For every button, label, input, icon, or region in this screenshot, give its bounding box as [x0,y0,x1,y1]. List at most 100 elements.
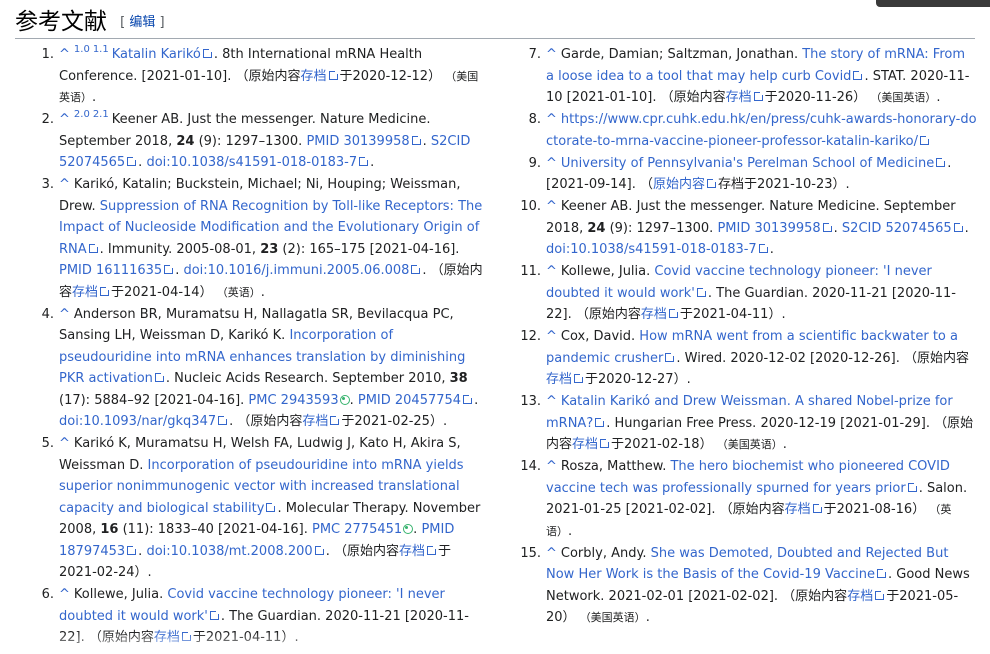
archive-link[interactable]: 存档 [726,90,765,105]
citation-text: (17): 5884–92 [2021-04-16]. [59,392,249,408]
citation-text: 于2021-04-11）. [679,307,786,322]
backlink-caret[interactable]: ^ [546,264,557,279]
backlink-caret[interactable]: ^ [546,394,557,409]
citation-text: . [769,242,774,257]
archive-link[interactable]: 存档 [847,589,886,604]
archive-link[interactable]: 存档 [301,69,340,84]
reference-item: 14. ^ Rosza, Matthew. The hero biochemist… [487,456,977,542]
archive-link[interactable]: 存档 [641,307,680,322]
reference-number: 11. [520,264,541,279]
citation-text: Anderson BR, Muramatsu H, Nallagatla SR,… [59,306,454,344]
volume: 24 [176,133,195,149]
archive-link[interactable]: 存档 [154,630,193,645]
doi-link[interactable]: doi:10.1038/mt.2008.200 [146,544,325,559]
citation-text: 存档于2021-10-23）. [717,177,850,192]
backlink[interactable]: 1.1 [93,44,109,55]
citation-text: Cox, David. [560,329,640,344]
section-title: 参考文献 [15,9,107,35]
citation-text: . [568,523,573,539]
doi-link[interactable]: doi:10.1093/nar/gkq347 [59,414,229,429]
backlink-caret[interactable]: ^ [546,546,557,561]
backlink-caret[interactable]: ^ [546,459,557,474]
backlink-caret[interactable]: ^ [546,47,557,62]
open-access-icon [403,524,414,534]
citation-text: Kollewe, Julia. [560,264,655,279]
language-tag: （美国英语） [870,91,937,104]
citation-text: (11): 1833–40 [2021-04-16]. [118,522,312,537]
citation-text: 于2021-02-25）. [341,414,448,429]
citation-link[interactable]: University of Pennsylvania's Perelman Sc… [561,156,947,171]
archive-link[interactable]: 存档 [785,502,824,517]
reference-item: 7. ^ Garde, Damian; Saltzman, Jonathan. T… [487,44,977,109]
backlink-caret[interactable]: ^ [59,436,70,451]
citation-text: Garde, Damian; Saltzman, Jonathan. [560,47,803,62]
archive-link[interactable]: 存档 [399,544,438,559]
backlink[interactable]: 2.0 [74,109,90,120]
citation-text: . [370,155,375,170]
backlink-caret[interactable]: ^ [59,307,70,322]
doi-link[interactable]: doi:10.1038/s41591-018-0183-7 [146,155,370,170]
reference-item: 4. ^ Anderson BR, Muramatsu H, Nallagatla… [0,304,488,433]
archive-link[interactable]: 存档 [302,414,341,429]
reference-number: 7. [528,47,541,62]
citation-text: (2): 165–175 [2021-04-16]. [278,241,460,257]
backlink-caret[interactable]: ^ [546,156,557,171]
backlink[interactable]: 1.0 [74,44,90,55]
s2cid-link[interactable]: S2CID 52074565 [842,221,965,236]
references-right-column: 7. ^ Garde, Damian; Saltzman, Jonathan. T… [487,44,977,629]
archive-link[interactable]: 存档 [546,372,585,387]
citation-text: (9): 1297–1300. [605,220,718,236]
doi-link[interactable]: doi:10.1038/s41591-018-0183-7 [546,242,770,257]
volume: 16 [100,522,119,537]
reference-number: 1. [41,47,54,62]
backlink[interactable]: 2.1 [93,109,109,120]
citation-text: . （原始内容 [325,543,399,559]
reference-item: 13. ^ Katalin Karikó and Drew Weissman. A… [487,391,977,456]
citation-text: . [782,437,787,452]
reference-number: 8. [528,112,541,127]
citation-text: . Wired. 2020-12-02 [2020-12-26]. （原始内容 [676,350,970,366]
citation-text: . （原始内容 [229,414,303,429]
pmc-link[interactable]: PMC 2775451 [312,522,402,537]
archive-link[interactable]: 存档 [572,437,611,452]
citation-link[interactable]: https://www.cpr.cuhk.edu.hk/en/press/cuh… [546,112,977,149]
reference-number: 15. [520,545,541,561]
citation-link[interactable]: Katalin Karikó [112,47,214,62]
backlink-caret[interactable]: ^ [546,329,557,344]
reference-item: 15. ^ Corbly, Andy. She was Demoted, Doub… [487,543,977,629]
reference-item: 10. ^ Keener AB. Just the messenger. Natu… [487,196,977,261]
citation-text: Corbly, Andy. [560,545,651,561]
backlink-caret[interactable]: ^ [59,47,70,62]
reference-number: 5. [41,436,54,451]
reference-number: 12. [520,329,541,344]
backlink-caret[interactable]: ^ [546,199,557,214]
citation-text: (9): 1297–1300. [194,133,307,149]
reference-number: 13. [520,394,541,409]
citation-text: Rosza, Matthew. [560,459,671,474]
archive-link[interactable]: 原始内容 [653,177,718,192]
backlink-caret[interactable]: ^ [59,112,70,127]
backlink-caret[interactable]: ^ [59,587,70,602]
edit-section: [ 编辑 ] [120,15,165,30]
citation-text: 于2021-04-14） [111,284,213,300]
reference-number: 3. [41,177,54,192]
citation-text: . [474,392,479,408]
reference-item: 2. ^ 2.0 2.1 Keener AB. Just the messenger.… [0,109,488,174]
pmid-link[interactable]: PMID 16111635 [59,263,175,278]
backlink-caret[interactable]: ^ [59,177,70,192]
pmid-link[interactable]: PMID 30139958 [306,134,422,149]
backlink-caret[interactable]: ^ [546,112,557,127]
pmid-link[interactable]: PMID 30139958 [717,221,833,236]
edit-link[interactable]: 编辑 [129,15,155,30]
archive-link[interactable]: 存档 [72,285,111,300]
citation-text: 于2021-02-18） [611,437,713,452]
pmid-link[interactable]: PMID 20457754 [358,393,474,408]
pmc-link[interactable]: PMC 2943593 [248,393,338,408]
section-header: 参考文献 [ 编辑 ] [15,6,975,39]
reference-item: 6. ^ Kollewe, Julia. Covid vaccine techno… [0,584,488,649]
reference-number: 10. [520,199,541,214]
language-tag: （英语） [216,285,261,299]
references-left-column: 1. ^ 1.0 1.1 Katalin Karikó. 8th Internatio… [0,44,488,649]
volume: 38 [449,371,468,386]
doi-link[interactable]: doi:10.1016/j.immuni.2005.06.008 [183,263,422,278]
